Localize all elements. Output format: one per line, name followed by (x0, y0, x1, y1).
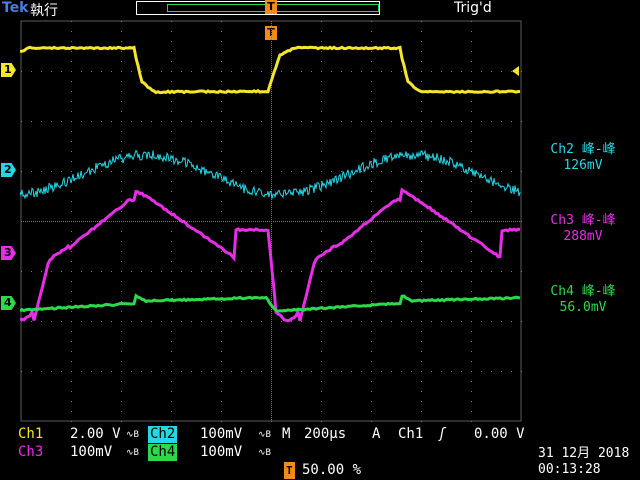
ch3-scale[interactable]: 100mV (70, 444, 112, 461)
ch2-coupling-icon: ∿B (258, 427, 271, 444)
time: 00:13:28 (538, 461, 601, 478)
measurement-value: 126mV (526, 158, 640, 174)
ch3-coupling-icon: ∿B (126, 445, 139, 462)
horizontal-prefix: M (282, 426, 290, 443)
measurement-label: Ch3 峰-峰 (526, 213, 640, 229)
ch4-ground-marker[interactable]: 4 (1, 296, 16, 310)
trigger-mode[interactable]: A (372, 426, 380, 443)
top-status-bar: Tek 執行 Trig'd (0, 0, 640, 18)
ch2-waveform (20, 151, 520, 199)
timebase[interactable]: 200µs (304, 426, 346, 443)
trigger-position-icon: T (284, 462, 295, 479)
ch2-ground-marker[interactable]: 2 (1, 163, 16, 177)
trigger-position-top-icon[interactable]: T (265, 0, 277, 14)
ch4-coupling-icon: ∿B (258, 445, 271, 462)
ch1-waveform (20, 47, 520, 92)
ch1-ground-marker[interactable]: 1 (1, 63, 16, 77)
record-length-bar (136, 1, 380, 15)
brand-logo: Tek (2, 0, 29, 16)
ch4-scale[interactable]: 100mV (200, 444, 242, 461)
ch2-label[interactable]: Ch2 (148, 426, 177, 443)
trigger-status: Trig'd (454, 0, 492, 16)
measurement-ch3: Ch3 峰-峰 288mV (526, 213, 640, 245)
run-state: 執行 (30, 0, 58, 20)
measurement-value: 56.0mV (526, 300, 640, 316)
bottom-status-bar: Ch1 2.00 V ∿B Ch2 100mV ∿B M 200µs A Ch1… (0, 424, 640, 480)
ch3-label[interactable]: Ch3 (18, 444, 43, 461)
trigger-slope-icon[interactable]: ʃ (438, 426, 446, 443)
measurement-label: Ch4 峰-峰 (526, 284, 640, 300)
date: 31 12月 2018 (538, 445, 629, 462)
ch1-scale[interactable]: 2.00 V (70, 426, 121, 443)
trigger-position[interactable]: 50.00 % (302, 462, 361, 479)
ch3-ground-marker[interactable]: 3 (1, 246, 16, 260)
waveform-display (20, 20, 522, 422)
measurement-label: Ch2 峰-峰 (526, 142, 640, 158)
ch1-label[interactable]: Ch1 (18, 426, 43, 443)
ch2-scale[interactable]: 100mV (200, 426, 242, 443)
ch4-label[interactable]: Ch4 (148, 444, 177, 461)
ch1-coupling-icon: ∿B (126, 427, 139, 444)
trigger-level[interactable]: 0.00 V (474, 426, 525, 443)
measurement-value: 288mV (526, 229, 640, 245)
ch4-waveform (20, 296, 520, 311)
trigger-source[interactable]: Ch1 (398, 426, 423, 443)
trigger-level-arrow-icon[interactable] (512, 66, 519, 76)
measurement-ch2: Ch2 峰-峰 126mV (526, 142, 640, 174)
measurement-ch4: Ch4 峰-峰 56.0mV (526, 284, 640, 316)
